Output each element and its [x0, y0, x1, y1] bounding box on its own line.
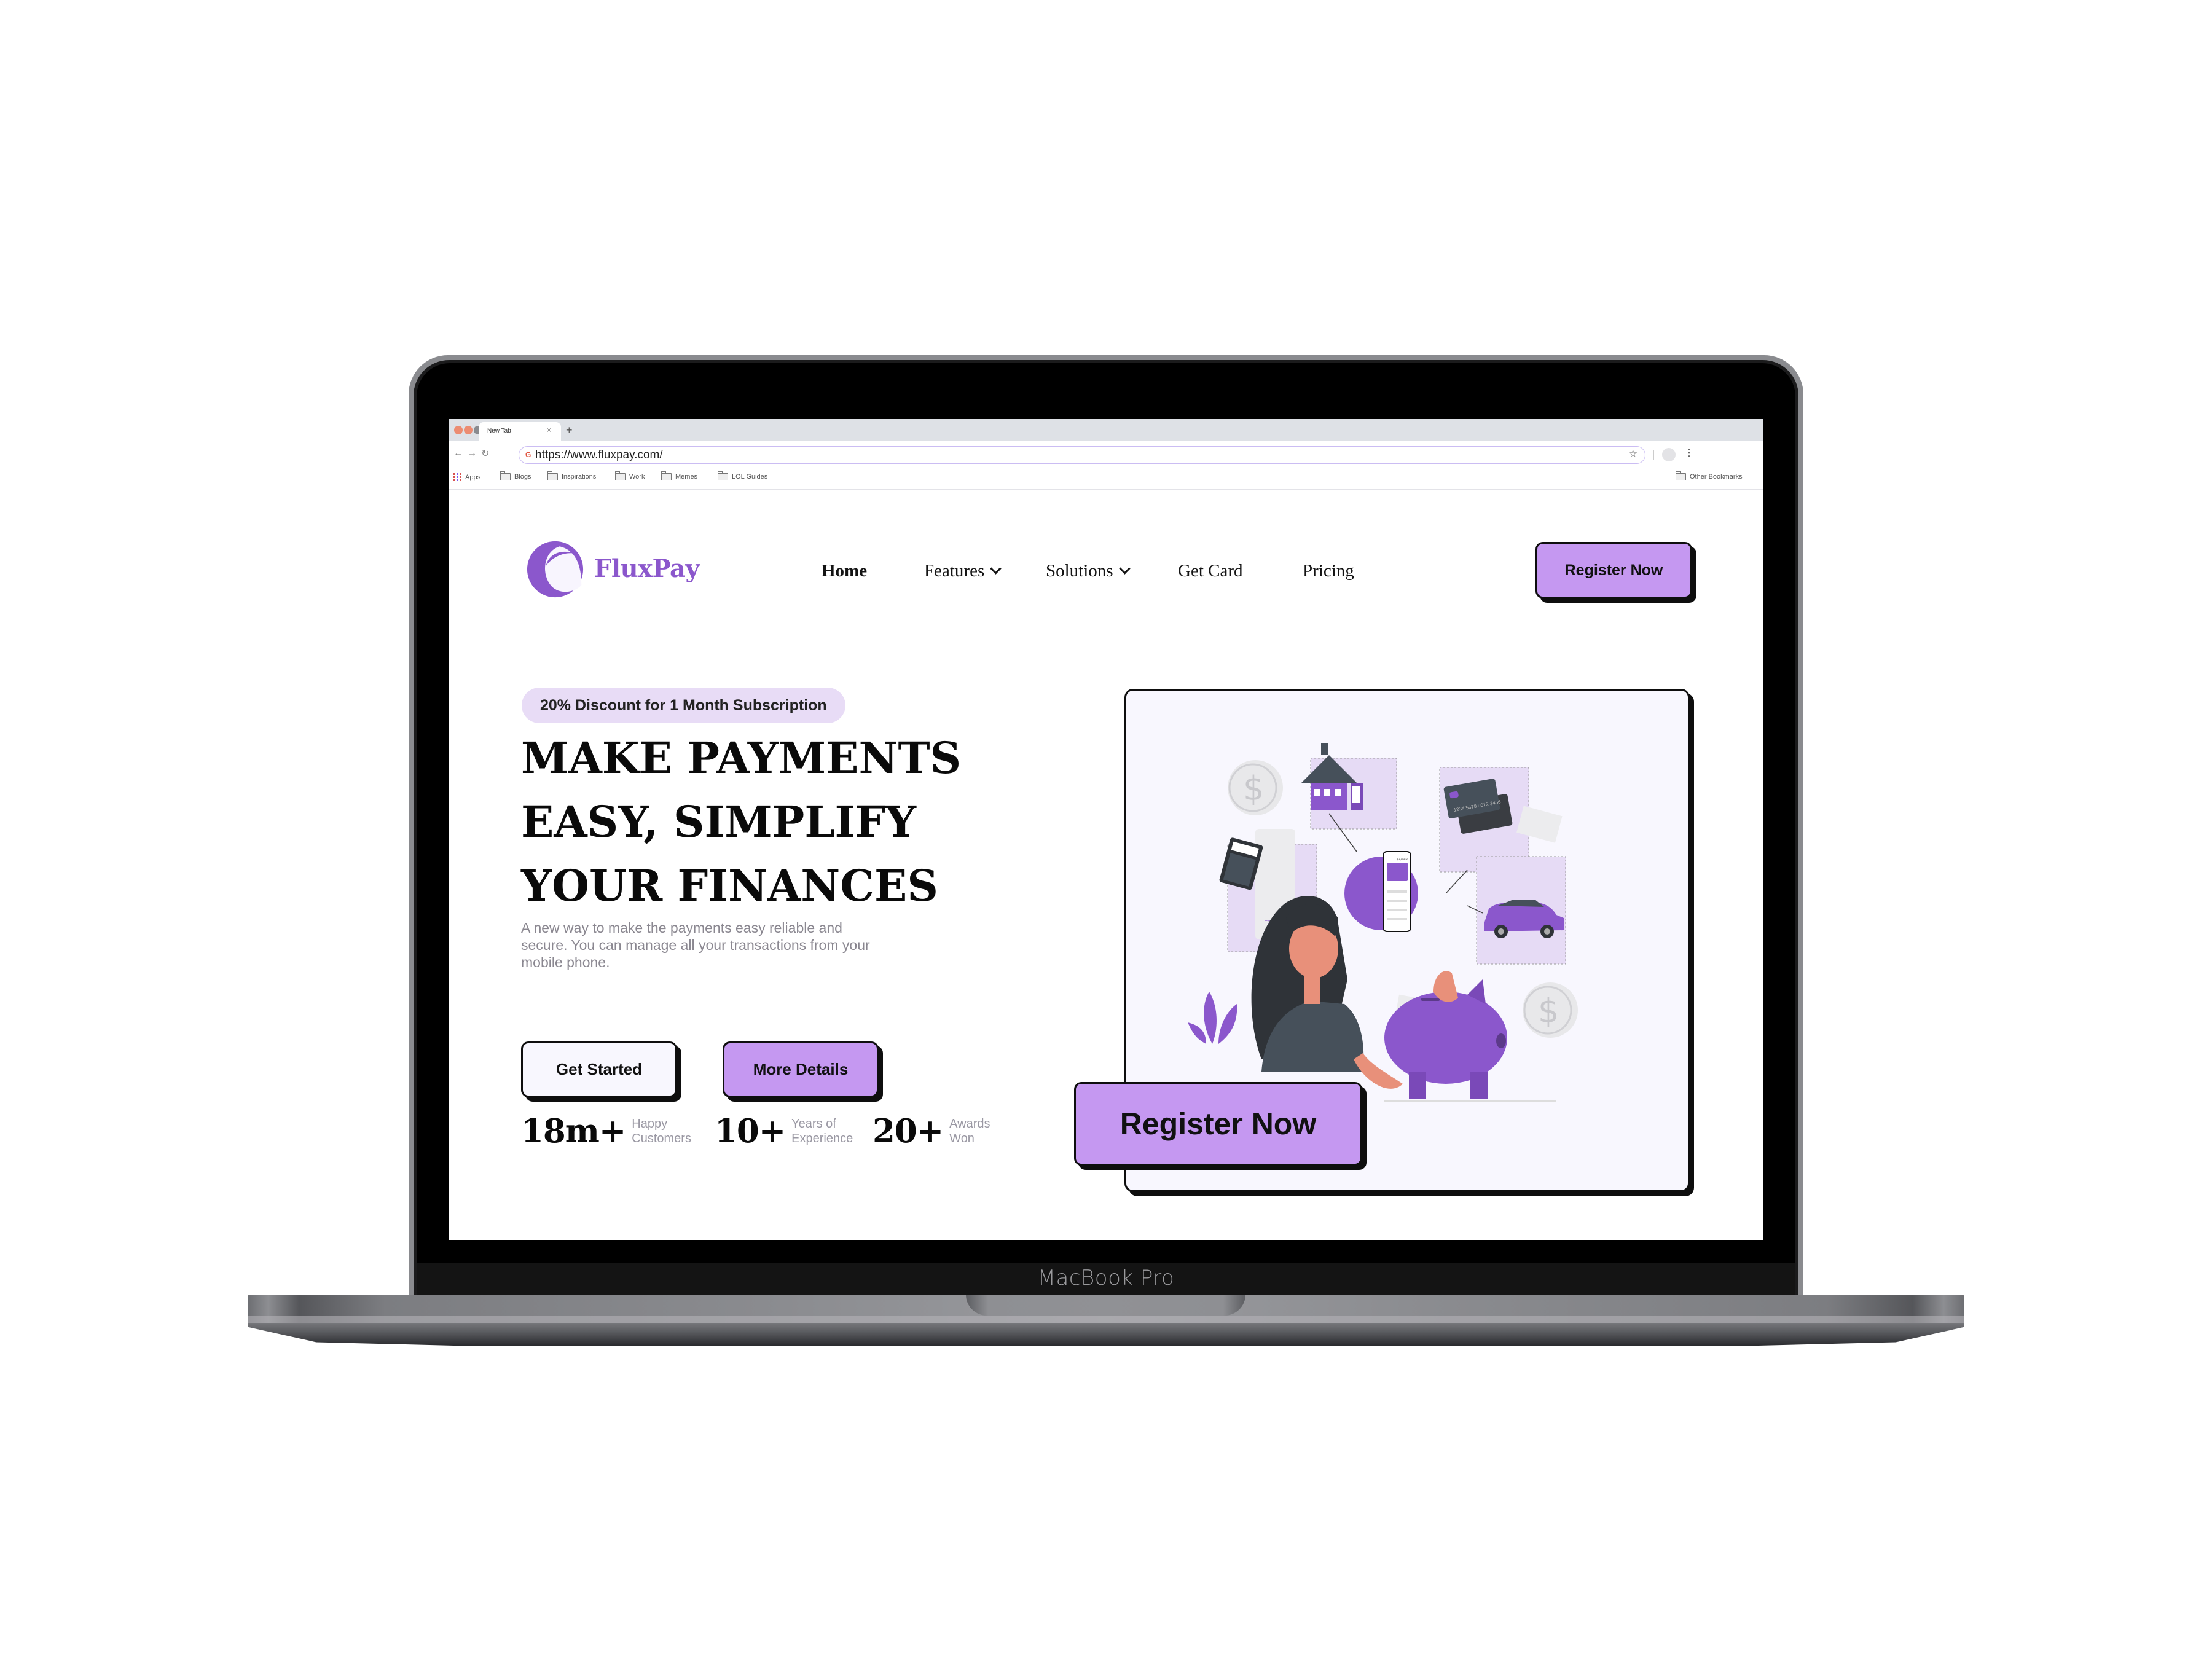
fluxpay-logo-icon[interactable] — [527, 541, 584, 598]
folder-icon — [718, 471, 728, 480]
piggy-bank-icon — [1384, 971, 1507, 1099]
nav-solutions[interactable]: Solutions — [1046, 561, 1131, 581]
google-icon: G — [525, 450, 531, 459]
apps-grid-icon — [453, 473, 461, 481]
hero-title-line: YOUR FINANCES — [521, 860, 938, 911]
bookmarks-bar — [449, 467, 1763, 490]
toolbar-divider — [1653, 450, 1654, 460]
folder-icon — [1676, 471, 1686, 480]
chevron-down-icon — [1118, 563, 1131, 575]
bookmark-label: Memes — [675, 473, 698, 480]
stat-customers: 18m+ Happy Customers — [521, 1112, 691, 1150]
hero-title: MAKE PAYMENTS EASY, SIMPLIFY YOUR FINANC… — [521, 726, 961, 918]
phone-app-icon: $ 4,658.50 — [1382, 851, 1411, 932]
stat-awards: 20+ Awards Won — [873, 1112, 990, 1150]
nav-home[interactable]: Home — [822, 561, 867, 581]
nav-get-card[interactable]: Get Card — [1178, 561, 1243, 581]
dollar-coin-icon: $ — [1523, 982, 1578, 1038]
profile-avatar[interactable] — [1662, 448, 1676, 461]
register-now-cta-button[interactable]: Register Now — [1074, 1082, 1362, 1166]
hero-description: A new way to make the payments easy reli… — [521, 919, 939, 971]
stat-experience: 10+ Years of Experience — [715, 1112, 853, 1150]
laptop-base-highlight — [248, 1316, 1964, 1323]
nav-label: Features — [924, 561, 985, 581]
folder-icon — [661, 471, 672, 480]
nav-label: Get Card — [1178, 561, 1243, 581]
address-bar[interactable] — [519, 446, 1645, 464]
other-bookmarks[interactable]: Other Bookmarks — [1676, 471, 1743, 480]
more-menu-icon[interactable]: ⋮ — [1684, 447, 1694, 459]
svg-text:$ 4,658.50: $ 4,658.50 — [1397, 858, 1409, 861]
stat-label: Awards Won — [949, 1117, 990, 1145]
register-now-button[interactable]: Register Now — [1535, 542, 1692, 598]
plant-icon — [1188, 992, 1237, 1044]
bookmark-work[interactable]: Work — [615, 471, 645, 480]
url-text[interactable]: https://www.fluxpay.com/ — [535, 449, 663, 462]
new-tab-icon[interactable]: + — [566, 424, 573, 437]
tab-close-icon[interactable]: × — [547, 426, 551, 434]
svg-text:$: $ — [1243, 769, 1264, 808]
laptop-base-lip — [248, 1323, 1964, 1346]
bookmark-lol-guides[interactable]: LOL Guides — [718, 471, 768, 480]
laptop-opening-notch — [966, 1295, 1245, 1316]
get-started-button[interactable]: Get Started — [521, 1041, 677, 1097]
brand-name[interactable]: FluxPay — [594, 554, 700, 583]
folder-icon — [615, 471, 626, 480]
device-label: MacBook Pro — [1037, 1266, 1175, 1290]
bookmark-memes[interactable]: Memes — [661, 471, 698, 480]
tab-title: New Tab — [487, 428, 511, 434]
more-details-button[interactable]: More Details — [723, 1041, 879, 1097]
minimize-window-icon[interactable] — [464, 426, 473, 434]
nav-label: Solutions — [1046, 561, 1113, 581]
hero-title-line: MAKE PAYMENTS — [521, 732, 962, 783]
bookmark-star-icon[interactable]: ☆ — [1628, 448, 1637, 460]
stat-value: 20+ — [873, 1112, 944, 1150]
folder-icon — [547, 471, 558, 480]
laptop-screen: New Tab × + ← → ↻ G https://www.fluxpay.… — [449, 419, 1763, 1240]
bookmark-label: Work — [629, 473, 645, 480]
nav-features[interactable]: Features — [924, 561, 1002, 581]
bookmark-blogs[interactable]: Blogs — [500, 471, 531, 480]
discount-badge: 20% Discount for 1 Month Subscription — [522, 688, 845, 723]
description-line: mobile phone. — [521, 954, 610, 970]
bookmark-inspirations[interactable]: Inspirations — [547, 471, 597, 480]
dollar-coin-icon: $ — [1228, 760, 1283, 815]
folder-icon — [500, 471, 511, 480]
bookmark-label: Inspirations — [562, 473, 597, 480]
close-window-icon[interactable] — [454, 426, 463, 434]
nav-label: Pricing — [1303, 561, 1354, 581]
stat-label: Happy Customers — [632, 1117, 691, 1145]
hero-title-line: EASY, SIMPLIFY — [521, 796, 916, 847]
bookmark-label: Apps — [465, 473, 481, 481]
chevron-down-icon — [990, 563, 1002, 575]
description-line: secure. You can manage all your transact… — [521, 937, 870, 953]
nav-label: Home — [822, 561, 868, 581]
stat-label: Years of Experience — [791, 1117, 853, 1145]
stat-value: 18m+ — [521, 1112, 626, 1150]
bookmark-label: Other Bookmarks — [1690, 473, 1743, 480]
svg-text:$: $ — [1538, 992, 1559, 1030]
bookmark-label: LOL Guides — [732, 473, 768, 480]
back-icon[interactable]: ← — [453, 448, 463, 459]
browser-tab-bar — [449, 419, 1763, 441]
nav-pricing[interactable]: Pricing — [1303, 561, 1354, 581]
reload-icon[interactable]: ↻ — [481, 447, 489, 460]
bookmark-label: Blogs — [514, 473, 531, 480]
bookmark-apps[interactable]: Apps — [453, 473, 480, 481]
stat-value: 10+ — [715, 1112, 786, 1150]
forward-icon[interactable]: → — [467, 448, 477, 459]
description-line: A new way to make the payments easy reli… — [521, 920, 842, 936]
